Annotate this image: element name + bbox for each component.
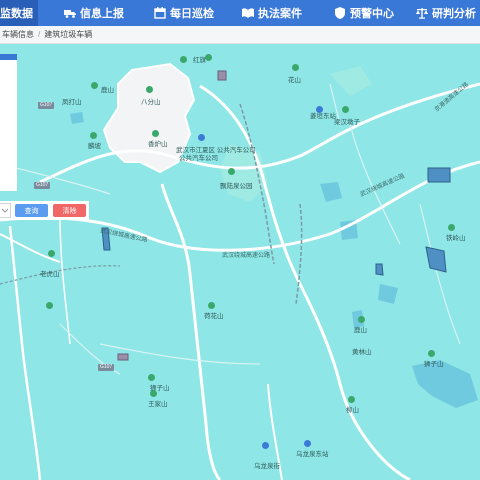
- nav-analysis-label: 研判分析: [432, 8, 476, 20]
- map-label: 乌龙泉街: [254, 463, 280, 470]
- map-label: 鹿山: [354, 327, 367, 334]
- highway-shield: G107: [34, 182, 51, 189]
- station-marker: [262, 442, 269, 449]
- poi-marker: [152, 130, 159, 137]
- road-label: 武汉绕城高速公路: [222, 253, 271, 259]
- poi-marker: [205, 54, 212, 61]
- map-label: 铁岭山: [446, 235, 466, 242]
- shield-icon: [334, 7, 346, 19]
- poi-marker: [228, 168, 235, 175]
- highway-shield: G107: [38, 102, 55, 109]
- poi-marker: [428, 350, 435, 357]
- map-label: 凤打山: [62, 99, 82, 106]
- map-label: 麟坡: [88, 143, 101, 150]
- clear-button[interactable]: 清除: [53, 204, 86, 217]
- nav-enforcement-cases[interactable]: 执法案件: [206, 0, 302, 26]
- poi-marker: [48, 250, 55, 257]
- poi-marker: [146, 86, 153, 93]
- book-icon: [242, 7, 254, 19]
- chevron-down-icon: [1, 208, 9, 213]
- scales-icon: [416, 7, 428, 19]
- breadcrumb-item[interactable]: 车辆信息: [0, 29, 36, 40]
- map-label: 狮子山: [424, 361, 444, 368]
- poi-marker: [90, 132, 97, 139]
- calendar-icon: [154, 7, 166, 19]
- map-label: 红旗: [193, 57, 206, 64]
- poi-marker: [342, 106, 349, 113]
- side-panel[interactable]: [0, 54, 17, 191]
- map-label: 香炉山: [148, 141, 168, 148]
- map-label: 八分山: [141, 99, 161, 106]
- map-label: 花山: [288, 77, 301, 84]
- breadcrumb: 车辆信息 / 建筑垃圾车辆: [0, 26, 480, 44]
- query-button[interactable]: 查询: [15, 204, 48, 217]
- poi-marker: [148, 374, 155, 381]
- poi-marker: [448, 224, 455, 231]
- map-label: 鹿山: [101, 87, 114, 94]
- map-label: 王家山: [148, 401, 168, 408]
- map-base: [0, 44, 480, 480]
- poi-marker: [292, 64, 299, 71]
- poi-marker: [180, 56, 187, 63]
- map-view[interactable]: 红旗 八分山 鹿山 凤打山 麟坡 香炉山 武汉市江夏区 公共汽车公司 公共汽车公…: [0, 44, 480, 480]
- map-label: 柳山: [346, 407, 359, 414]
- poi-marker: [208, 302, 215, 309]
- map-label: 老虎山: [40, 271, 60, 278]
- nav-monitor-label: 监数据: [0, 8, 33, 20]
- map-label: 梁汉墩子: [334, 119, 360, 126]
- poi-marker: [348, 396, 355, 403]
- map-label: 飘陆泉公园: [220, 183, 253, 190]
- poi-marker: [91, 82, 98, 89]
- vehicle-select[interactable]: [0, 203, 11, 218]
- map-label: 荷花山: [204, 313, 224, 320]
- breadcrumb-item: 建筑垃圾车辆: [44, 30, 93, 39]
- poi-marker: [46, 302, 53, 309]
- station-marker: [304, 440, 311, 447]
- nav-analysis[interactable]: 研判分析: [386, 0, 480, 26]
- nav-warning-center[interactable]: 预警中心: [294, 0, 394, 26]
- map-label: 乌龙泉东站: [296, 451, 329, 458]
- truck-icon: [64, 7, 76, 19]
- map-label: 狮子山: [150, 385, 170, 392]
- map-label: 菱垣东站: [310, 113, 336, 120]
- nav-daily-inspection[interactable]: 每日巡检: [118, 0, 214, 26]
- map-label: 公共汽车公司: [179, 155, 218, 162]
- poi-marker: [358, 316, 365, 323]
- filter-bar: 查询 清除: [0, 201, 89, 220]
- nav-info-report[interactable]: 信息上报: [38, 0, 124, 26]
- top-nav: 监数据 信息上报 每日巡检 执法案件 预警中心 研判分析: [0, 0, 480, 26]
- station-marker: [198, 134, 205, 141]
- highway-shield: G107: [98, 364, 115, 371]
- nav-monitor-data[interactable]: 监数据: [0, 0, 38, 26]
- map-label: 黄林山: [352, 349, 372, 356]
